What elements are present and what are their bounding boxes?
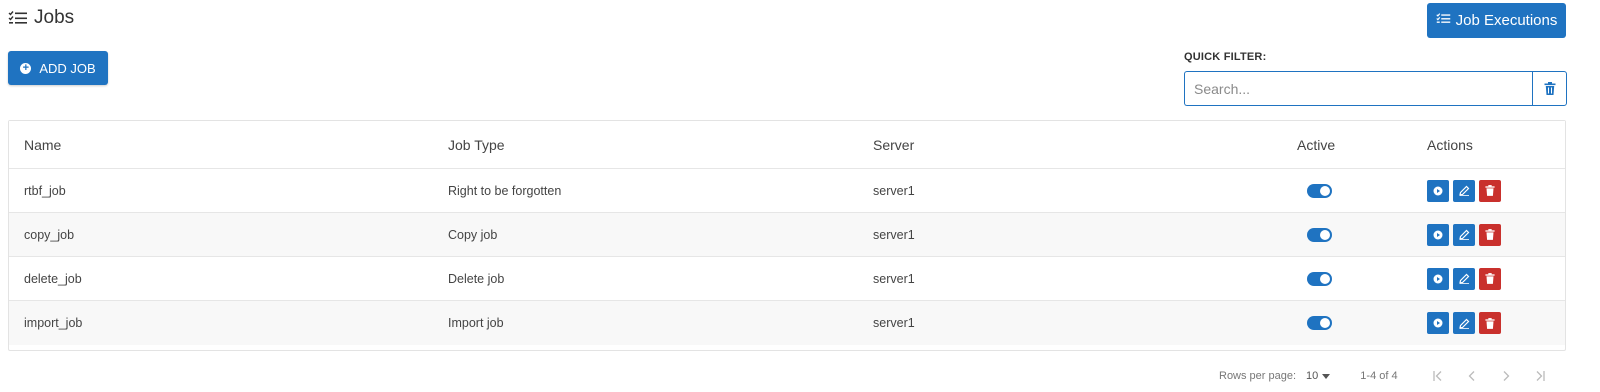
add-job-label: ADD JOB <box>39 60 96 76</box>
toggle-knob <box>1320 185 1330 196</box>
edit-icon <box>1458 318 1469 329</box>
rows-per-page-select[interactable]: 10 <box>1306 370 1331 382</box>
jobs-table: Name Job Type Server Active Actions rtbf… <box>8 120 1566 351</box>
quick-filter <box>1184 71 1567 106</box>
first-page-button[interactable] <box>1430 368 1446 384</box>
run-job-button[interactable] <box>1427 179 1449 202</box>
actions-cell <box>1427 301 1501 345</box>
play-icon <box>1433 230 1443 239</box>
plus-circle-icon: + <box>20 62 32 74</box>
active-cell <box>1297 301 1332 345</box>
rows-per-page-label: Rows per page: <box>1219 370 1297 382</box>
actions-cell <box>1427 213 1501 256</box>
page-title: Jobs <box>34 7 75 28</box>
edit-job-button[interactable] <box>1453 267 1475 290</box>
caret-down-icon <box>1322 373 1331 379</box>
job-executions-label: Job Executions <box>1455 12 1558 29</box>
play-icon <box>1433 318 1443 328</box>
play-icon <box>1433 186 1443 195</box>
active-toggle[interactable] <box>1307 227 1332 242</box>
server-cell: server1 <box>873 316 915 330</box>
previous-page-button[interactable] <box>1464 368 1480 384</box>
run-job-button[interactable] <box>1427 312 1449 334</box>
run-job-button[interactable] <box>1427 223 1449 246</box>
active-toggle[interactable] <box>1307 316 1332 330</box>
server-cell: server1 <box>873 271 915 286</box>
page-header: Jobs <box>8 7 74 29</box>
table-row: rtbf_job Right to be forgotten server1 <box>9 169 1565 213</box>
job-type-cell: Import job <box>448 316 504 330</box>
toggle-knob <box>1320 273 1330 284</box>
quick-filter-label: QUICK FILTER: <box>1184 51 1267 63</box>
delete-job-button[interactable] <box>1479 223 1501 246</box>
trash-icon <box>1485 229 1495 240</box>
delete-job-button[interactable] <box>1479 267 1501 290</box>
column-header-name[interactable]: Name <box>24 121 61 168</box>
search-input[interactable] <box>1184 71 1532 106</box>
next-page-button[interactable] <box>1498 368 1514 384</box>
job-name-cell: copy_job <box>24 227 75 242</box>
table-header-row: Name Job Type Server Active Actions <box>9 121 1565 169</box>
checklist-icon <box>8 10 28 26</box>
active-cell <box>1297 169 1332 212</box>
job-name-cell: rtbf_job <box>24 183 66 198</box>
chevron-left-icon <box>1468 371 1475 381</box>
trash-icon <box>1485 273 1495 284</box>
chevron-right-icon <box>1503 371 1510 381</box>
checklist-icon <box>1435 12 1451 29</box>
column-header-server[interactable]: Server <box>873 121 914 168</box>
run-job-button[interactable] <box>1427 267 1449 290</box>
actions-cell <box>1427 257 1501 300</box>
last-page-icon <box>1536 371 1545 381</box>
add-job-button[interactable]: + ADD JOB <box>8 51 108 85</box>
last-page-button[interactable] <box>1532 368 1548 384</box>
trash-icon <box>1485 185 1495 196</box>
toggle-knob <box>1320 318 1330 328</box>
edit-job-button[interactable] <box>1453 179 1475 202</box>
column-header-actions: Actions <box>1427 136 1473 153</box>
play-icon <box>1433 274 1443 283</box>
table-row: copy_job Copy job server1 <box>9 213 1565 257</box>
server-cell: server1 <box>873 227 915 242</box>
table-row: delete_job Delete job server1 <box>9 257 1565 301</box>
trash-icon <box>1485 317 1495 329</box>
page-range: 1-4 of 4 <box>1360 370 1398 382</box>
job-type-cell: Copy job <box>448 227 498 242</box>
rows-per-page-value: 10 <box>1306 370 1319 382</box>
delete-job-button[interactable] <box>1479 312 1501 334</box>
clear-filter-button[interactable] <box>1532 71 1567 106</box>
job-name-cell: import_job <box>24 316 83 330</box>
active-toggle[interactable] <box>1307 183 1332 198</box>
job-executions-button[interactable]: Job Executions <box>1427 3 1566 38</box>
job-type-cell: Right to be forgotten <box>448 183 562 198</box>
edit-icon <box>1458 185 1469 196</box>
edit-job-button[interactable] <box>1453 312 1475 334</box>
edit-icon <box>1458 273 1469 284</box>
first-page-icon <box>1432 371 1442 381</box>
server-cell: server1 <box>873 183 915 198</box>
active-cell <box>1297 213 1332 256</box>
delete-job-button[interactable] <box>1479 179 1501 202</box>
actions-cell <box>1427 169 1501 212</box>
column-header-active[interactable]: Active <box>1297 121 1335 168</box>
job-name-cell: delete_job <box>24 271 82 286</box>
table-row: import_job Import job server1 <box>9 301 1565 345</box>
edit-icon <box>1458 229 1469 240</box>
pagination: Rows per page: 10 1-4 of 4 <box>1219 366 1548 386</box>
edit-job-button[interactable] <box>1453 223 1475 246</box>
job-type-cell: Delete job <box>448 271 505 286</box>
column-header-job-type[interactable]: Job Type <box>448 121 505 168</box>
active-cell <box>1297 257 1332 300</box>
active-toggle[interactable] <box>1307 271 1332 286</box>
trash-icon <box>1544 82 1555 95</box>
toggle-knob <box>1320 229 1330 240</box>
